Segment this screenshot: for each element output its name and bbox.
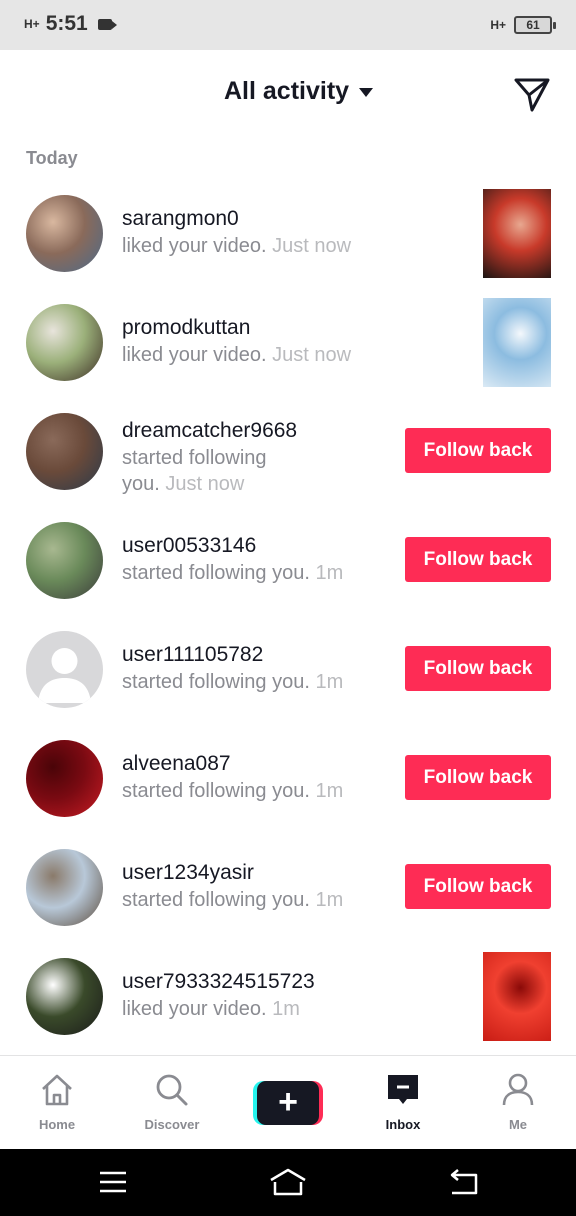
username[interactable]: user1234yasir xyxy=(122,861,254,885)
activity-time: 1m xyxy=(315,889,344,911)
activity-time: Just now xyxy=(165,473,245,495)
activity-action-cont: you. xyxy=(122,473,160,495)
avatar[interactable] xyxy=(26,849,103,926)
activity-description: started following you. 1m xyxy=(122,669,343,695)
activity-action: liked your video. xyxy=(122,344,267,366)
caret-down-icon xyxy=(359,88,374,97)
activity-row[interactable]: user00533146 started following you. 1m Fol… xyxy=(0,508,576,617)
clock: 5:51 xyxy=(45,12,88,35)
nav-home[interactable]: Home xyxy=(12,1056,102,1150)
username[interactable]: user111105782 xyxy=(122,643,263,667)
follow-back-button[interactable]: Follow back xyxy=(405,864,551,909)
activity-action: liked your video. xyxy=(122,235,267,257)
battery-icon: 61 xyxy=(514,16,556,34)
plus-icon: + xyxy=(278,1083,298,1121)
back-icon[interactable] xyxy=(448,1167,480,1197)
nav-me[interactable]: Me xyxy=(473,1056,563,1150)
activity-description: started following you. 1m xyxy=(122,887,343,913)
username[interactable]: dreamcatcher9668 xyxy=(122,419,297,443)
home-outline-icon[interactable] xyxy=(268,1167,308,1197)
activity-time: 1m xyxy=(315,671,344,693)
person-icon xyxy=(502,1073,534,1106)
avatar[interactable] xyxy=(26,195,103,272)
activity-row[interactable]: promodkuttan liked your video. Just now xyxy=(0,290,576,399)
activity-description: started following you. 1m xyxy=(122,560,343,586)
avatar[interactable] xyxy=(26,958,103,1035)
nav-inbox-label: Inbox xyxy=(385,1117,421,1132)
activity-row[interactable]: dreamcatcher9668 started following you. Ju… xyxy=(0,399,576,508)
activity-description: liked your video. Just now xyxy=(122,233,351,259)
system-nav-bar xyxy=(0,1149,576,1216)
video-thumbnail[interactable] xyxy=(483,952,551,1041)
nav-inbox[interactable]: Inbox xyxy=(358,1056,448,1150)
header-title: All activity xyxy=(224,77,350,105)
avatar[interactable] xyxy=(26,522,103,599)
status-bar: H+ 5:51 H+ 61 xyxy=(0,0,576,50)
avatar[interactable] xyxy=(26,413,103,490)
menu-icon[interactable] xyxy=(98,1167,128,1197)
create-video-button[interactable]: + xyxy=(253,1081,323,1125)
avatar[interactable] xyxy=(26,304,103,381)
activity-row[interactable]: alveena087 started following you. 1m Follo… xyxy=(0,726,576,835)
video-thumbnail[interactable] xyxy=(483,298,551,387)
nav-home-label: Home xyxy=(38,1117,76,1132)
activity-action: started following xyxy=(122,447,267,469)
activity-description: liked your video. 1m xyxy=(122,996,300,1022)
activity-filter-dropdown[interactable]: All activity xyxy=(224,77,374,106)
activity-time: 1m xyxy=(315,780,344,802)
username[interactable]: user00533146 xyxy=(122,534,256,558)
follow-back-button[interactable]: Follow back xyxy=(405,537,551,582)
avatar[interactable] xyxy=(26,631,103,708)
activity-row[interactable]: user7933324515723 liked your video. 1m xyxy=(0,944,576,1053)
activity-action: started following you. xyxy=(122,562,310,584)
video-record-icon xyxy=(97,18,117,30)
search-icon xyxy=(156,1074,188,1106)
activity-time: 1m xyxy=(315,562,344,584)
follow-back-button[interactable]: Follow back xyxy=(405,428,551,473)
activity-row[interactable]: sarangmon0 liked your video. Just now xyxy=(0,181,576,290)
section-label-today: Today xyxy=(26,148,78,168)
home-icon xyxy=(42,1074,72,1106)
activity-time: Just now xyxy=(272,344,352,366)
username[interactable]: sarangmon0 xyxy=(122,207,239,231)
default-avatar-icon xyxy=(26,631,103,708)
username[interactable]: alveena087 xyxy=(122,752,231,776)
activity-action: liked your video. xyxy=(122,998,267,1020)
activity-description: liked your video. Just now xyxy=(122,342,351,368)
follow-back-button[interactable]: Follow back xyxy=(405,646,551,691)
activity-action: started following you. xyxy=(122,889,310,911)
paper-plane-icon[interactable] xyxy=(512,74,552,114)
nav-me-label: Me xyxy=(508,1117,528,1132)
username[interactable]: user7933324515723 xyxy=(122,970,315,994)
bottom-nav: Home Discover + Inbox Me xyxy=(0,1055,576,1149)
activity-row[interactable]: user111105782 started following you. 1m Fo… xyxy=(0,617,576,726)
activity-time: Just now xyxy=(272,235,352,257)
avatar[interactable] xyxy=(26,740,103,817)
username[interactable]: promodkuttan xyxy=(122,316,250,340)
network-indicator: H+ xyxy=(24,17,40,31)
activity-description: started following you. 1m xyxy=(122,778,343,804)
header: All activity xyxy=(0,50,576,138)
activity-time: 1m xyxy=(272,998,300,1020)
activity-action: started following you. xyxy=(122,671,310,693)
network-indicator-right: H+ xyxy=(490,18,506,32)
video-thumbnail[interactable] xyxy=(483,189,551,278)
activity-action: started following you. xyxy=(122,780,310,802)
activity-description: started following you. Just now xyxy=(122,445,267,497)
follow-back-button[interactable]: Follow back xyxy=(405,755,551,800)
nav-discover[interactable]: Discover xyxy=(127,1056,217,1150)
inbox-icon xyxy=(388,1075,418,1104)
nav-discover-label: Discover xyxy=(144,1117,200,1132)
activity-row[interactable]: user1234yasir started following you. 1m Fo… xyxy=(0,835,576,944)
